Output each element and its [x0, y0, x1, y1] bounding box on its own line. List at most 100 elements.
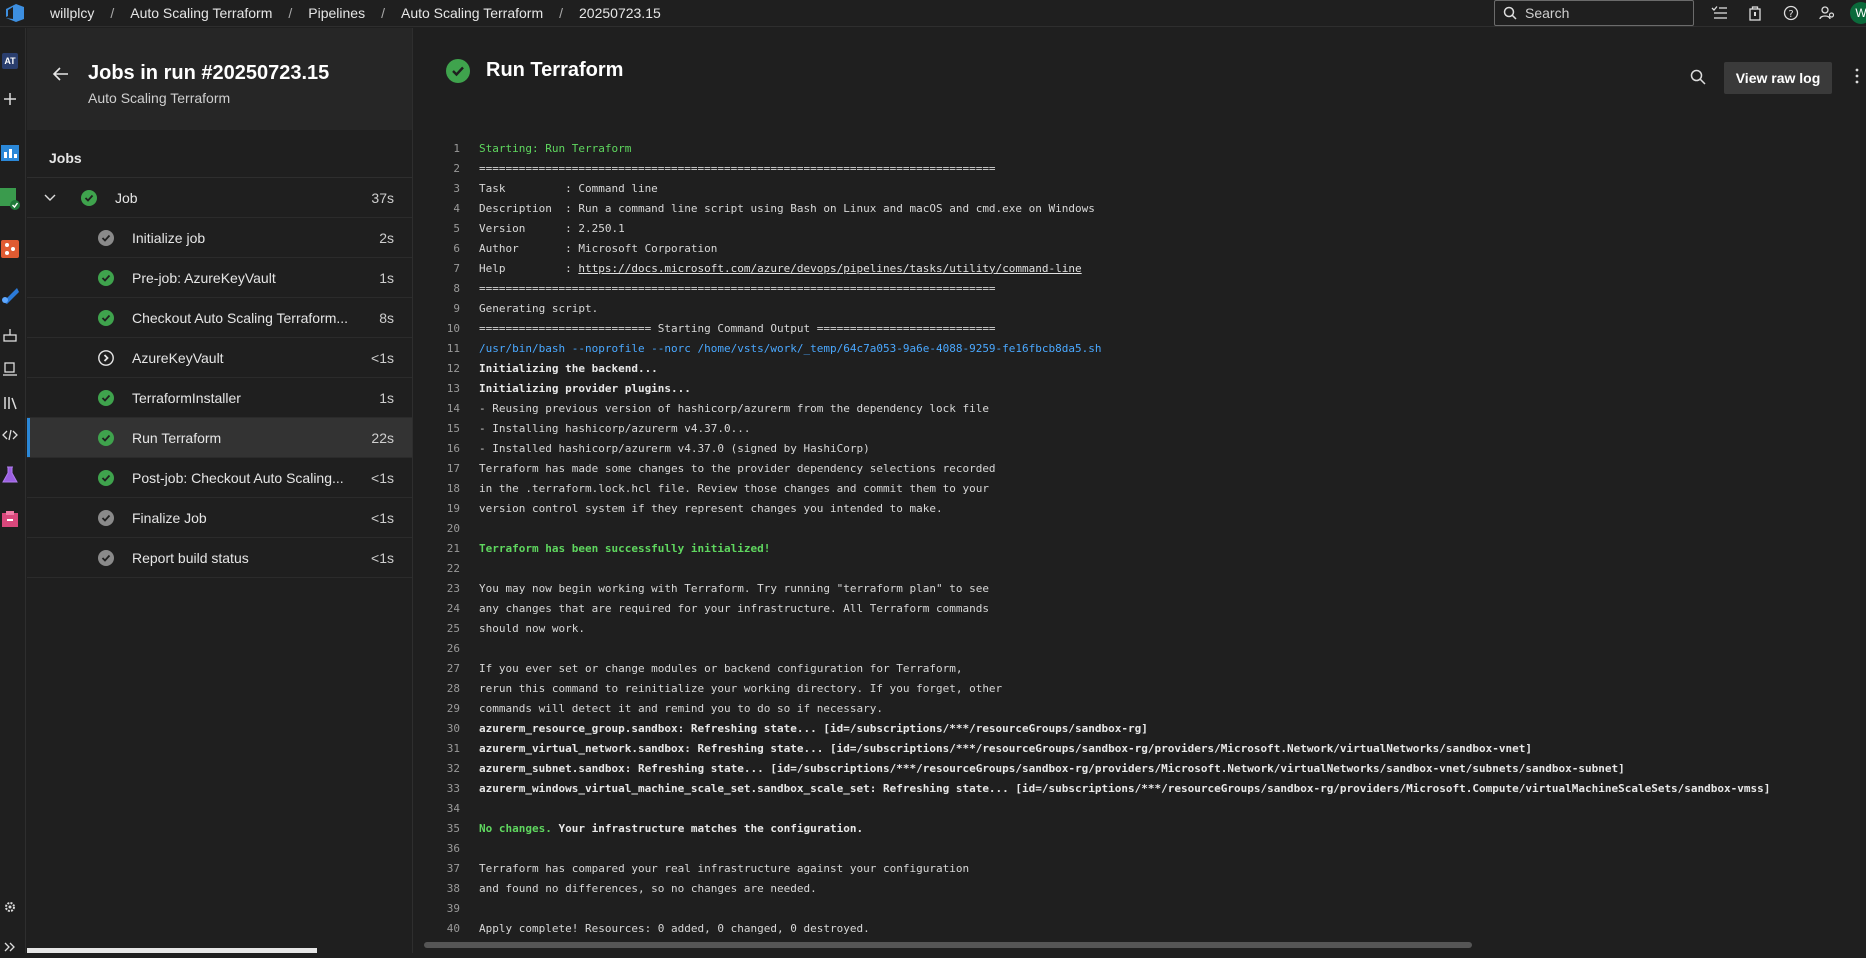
- log-line-number: 4: [453, 201, 460, 215]
- log-line: 40 Apply complete! Resources: 0 added, 0 …: [414, 918, 870, 938]
- log-line-number: 23: [446, 581, 460, 595]
- log-line-number: 9: [453, 301, 460, 315]
- step-label: Report build status: [132, 549, 249, 566]
- breadcrumb-separator: /: [381, 5, 385, 21]
- step-row-finalize-job[interactable]: Finalize Job <1s: [27, 498, 412, 538]
- marketplace-icon[interactable]: [1746, 4, 1764, 22]
- step-label: Initialize job: [132, 229, 206, 246]
- more-options-icon[interactable]: [1854, 66, 1864, 90]
- log-line-text: azurerm_resource_group.sandbox: Refreshi…: [479, 721, 1148, 735]
- pipelines-icon[interactable]: [0, 284, 20, 306]
- project-badge[interactable]: AT: [0, 50, 20, 72]
- job-row[interactable]: Job 37s: [27, 178, 412, 218]
- log-line-number: 37: [446, 861, 460, 875]
- breadcrumb-pipelines[interactable]: Pipelines: [298, 5, 375, 21]
- search-icon: [1503, 6, 1517, 20]
- step-duration: 1s: [379, 389, 394, 406]
- project-settings-gear-icon[interactable]: [0, 896, 20, 918]
- breadcrumb-org[interactable]: willplcy: [40, 5, 104, 21]
- log-line-text: Task : Command line: [479, 181, 658, 195]
- log-line-number: 1: [453, 141, 460, 155]
- log-line: 6 Author : Microsoft Corporation: [414, 238, 717, 258]
- breadcrumb-separator: /: [559, 5, 564, 21]
- step-label: Run Terraform: [132, 429, 222, 446]
- log-line-number: 5: [453, 221, 460, 235]
- log-line: 33 azurerm_windows_virtual_machine_scale_…: [414, 778, 1771, 798]
- step-row-report-build-status[interactable]: Report build status <1s: [27, 538, 412, 578]
- releases-icon[interactable]: [0, 358, 20, 380]
- top-bar: willplcy / Auto Scaling Terraform / Pipe…: [0, 0, 1866, 27]
- log-line-text: Description : Run a command line script …: [479, 201, 1095, 215]
- test-plans-icon[interactable]: [0, 464, 20, 486]
- log-line-number: 28: [446, 681, 460, 695]
- project-badge-text: AT: [2, 53, 18, 69]
- log-line-text: Author : Microsoft Corporation: [479, 241, 718, 255]
- repos-icon[interactable]: [0, 238, 20, 260]
- log-line: 28 rerun this command to reinitialize you…: [414, 678, 1002, 698]
- environments-icon[interactable]: [0, 324, 20, 346]
- log-line-number: 19: [446, 501, 460, 515]
- completed-check-icon: [98, 229, 114, 246]
- success-check-icon: [98, 469, 114, 486]
- log-header: Run Terraform View raw log: [414, 28, 1866, 98]
- task-list-icon[interactable]: [1710, 4, 1728, 22]
- step-row-post-job-checkout[interactable]: Post-job: Checkout Auto Scaling... <1s: [27, 458, 412, 498]
- step-row-run-terraform[interactable]: Run Terraform 22s: [27, 418, 412, 458]
- step-duration: 8s: [379, 309, 394, 326]
- jobs-panel: Jobs in run #20250723.15 Auto Scaling Te…: [27, 28, 413, 953]
- log-line: 13 Initializing provider plugins...: [414, 378, 691, 398]
- log-panel: Run Terraform View raw log 1 Starting: Ru…: [414, 28, 1866, 953]
- log-line-text: version control system if they represent…: [479, 501, 943, 515]
- log-line-number: 6: [453, 241, 460, 255]
- azure-devops-logo-icon[interactable]: [0, 0, 30, 27]
- log-line: 2 =======================================…: [414, 158, 995, 178]
- log-line-text: /usr/bin/bash --noprofile --norc /home/v…: [479, 341, 1102, 355]
- add-icon[interactable]: [0, 88, 20, 110]
- step-row-pre-job-azurekeyvault[interactable]: Pre-job: AzureKeyVault 1s: [27, 258, 412, 298]
- log-line: 11/usr/bin/bash --noprofile --norc /home…: [414, 338, 1102, 358]
- log-line-number: 2: [453, 161, 460, 175]
- help-link[interactable]: https://docs.microsoft.com/azure/devops/…: [578, 262, 1081, 275]
- boards-icon[interactable]: [0, 188, 20, 210]
- search-icon[interactable]: [1690, 69, 1708, 87]
- artifacts-icon[interactable]: [0, 508, 20, 530]
- log-line-text: Terraform has compared your real infrast…: [479, 861, 970, 875]
- no-changes-label: No changes.: [479, 821, 552, 835]
- breadcrumb-run[interactable]: 20250723.15: [569, 5, 671, 21]
- log-line-number: 25: [446, 621, 460, 635]
- step-row-terraforminstaller[interactable]: TerraformInstaller 1s: [27, 378, 412, 418]
- search-box[interactable]: Search: [1494, 0, 1694, 26]
- help-icon[interactable]: ?: [1782, 4, 1800, 22]
- view-raw-log-button[interactable]: View raw log: [1724, 62, 1832, 94]
- avatar[interactable]: W: [1850, 2, 1866, 24]
- user-settings-icon[interactable]: [1818, 4, 1836, 22]
- log-line-text: Generating script.: [479, 301, 599, 315]
- library-icon[interactable]: [0, 392, 20, 414]
- step-row-initialize-job[interactable]: Initialize job 2s: [27, 218, 412, 258]
- log-line-number: 16: [446, 441, 460, 455]
- log-line: 22: [414, 558, 460, 578]
- log-line: 35 No changes. Your infrastructure matche…: [414, 818, 863, 838]
- log-line-number: 33: [446, 781, 460, 795]
- step-duration: 2s: [379, 229, 394, 246]
- step-row-azurekeyvault[interactable]: AzureKeyVault <1s: [27, 338, 412, 378]
- step-row-checkout[interactable]: Checkout Auto Scaling Terraform... 8s: [27, 298, 412, 338]
- horizontal-scrollbar[interactable]: [424, 942, 1472, 948]
- skipped-icon: [98, 349, 114, 366]
- breadcrumb-project[interactable]: Auto Scaling Terraform: [120, 5, 282, 21]
- expand-rail-icon[interactable]: [0, 936, 20, 958]
- breadcrumb-separator: /: [288, 5, 293, 21]
- log-line-text: any changes that are required for your i…: [479, 601, 989, 615]
- log-line-number: 36: [446, 841, 460, 855]
- svg-text:?: ?: [1788, 9, 1793, 20]
- log-line-text: and found no differences, so no changes …: [479, 881, 817, 895]
- back-arrow-icon[interactable]: [51, 64, 71, 84]
- chevron-down-icon[interactable]: [43, 191, 57, 205]
- step-duration: <1s: [371, 469, 394, 486]
- log-line: 27 If you ever set or change modules or b…: [414, 658, 963, 678]
- overview-icon[interactable]: [0, 142, 20, 164]
- breadcrumb-pipeline[interactable]: Auto Scaling Terraform: [391, 5, 553, 21]
- code-icon[interactable]: [0, 424, 20, 446]
- bottom-scroll-indicator: [27, 948, 317, 953]
- log-line-number: 24: [446, 601, 460, 615]
